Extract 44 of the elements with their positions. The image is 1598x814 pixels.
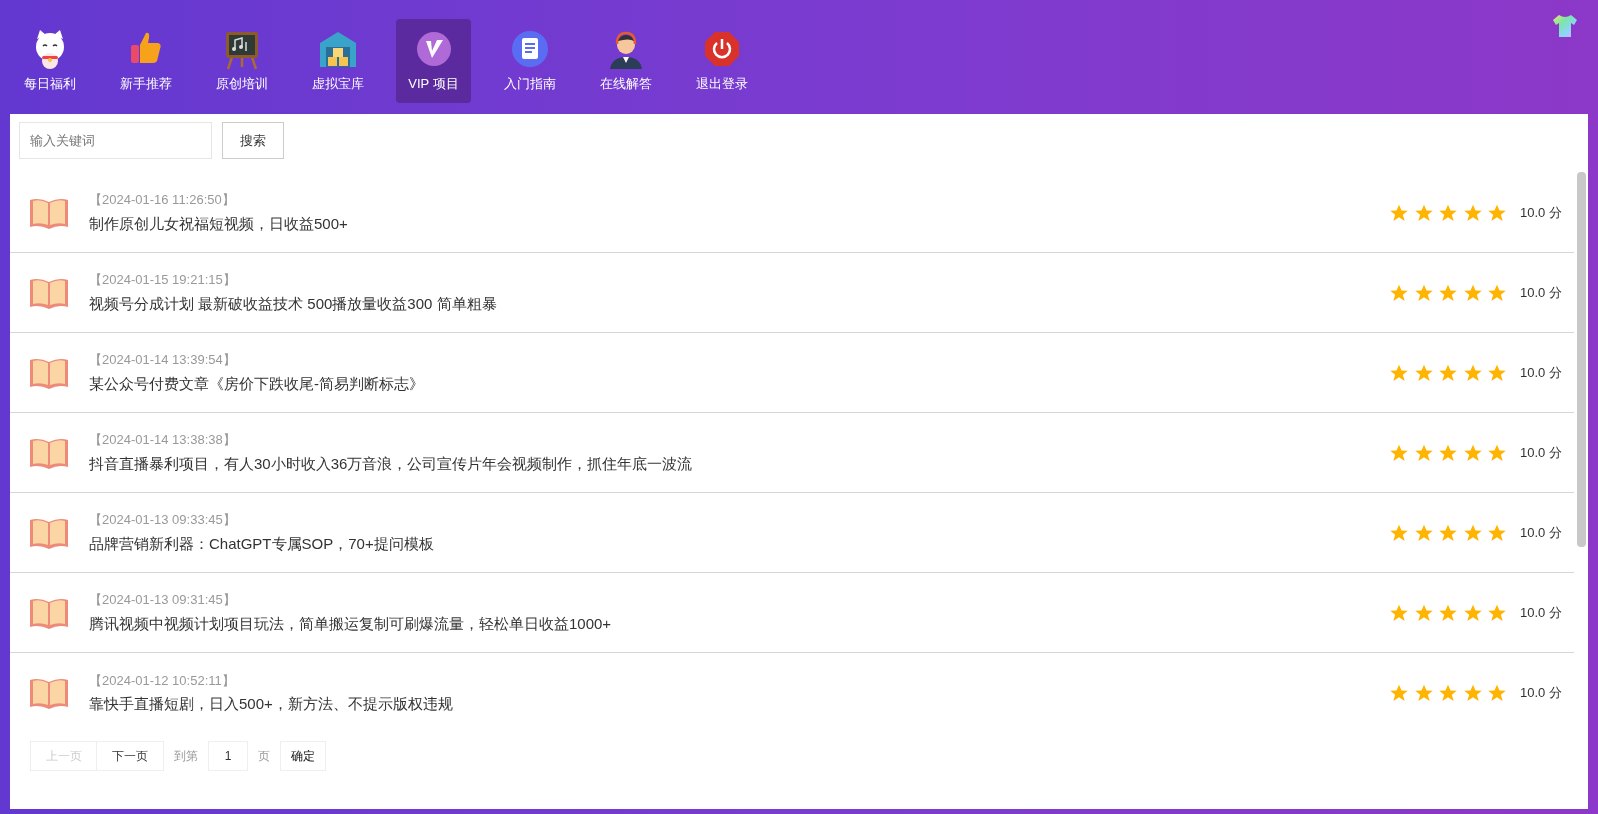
score-text: 10.0 分 [1520,203,1563,222]
article-date: 【2024-01-13 09:31:45】 [89,591,237,609]
article-date: 【2024-01-14 13:39:54】 [89,351,237,369]
open-book-icon [28,676,70,710]
scrollbar-thumb[interactable] [1577,172,1586,547]
nav-tab[interactable]: 在线解答 [588,19,663,103]
search-button[interactable]: 搜索 [222,122,284,159]
article-date: 【2024-01-13 09:33:45】 [89,511,237,529]
goto-label: 到第 [174,748,198,765]
article-title[interactable]: 制作原创儿女祝福短视频，日收益500+ [89,212,1389,235]
score-text: 10.0 分 [1520,443,1563,462]
nav-tab[interactable]: 入门指南 [492,19,567,103]
nav-tab[interactable]: 每日福利 [12,19,87,103]
star-icon [1389,683,1409,703]
article-date: 【2024-01-15 19:21:15】 [89,271,237,289]
article-title[interactable]: 靠快手直播短剧，日入500+，新方法、不提示版权违规 [89,693,1389,716]
article-title[interactable]: 品牌营销新利器：ChatGPT专属SOP，70+提问模板 [89,532,1389,555]
article-date: 【2024-01-12 10:52:11】 [89,671,236,690]
nav-tab[interactable]: VIP 项目 [396,19,471,103]
article-title[interactable]: 视频号分成计划 最新破收益技术 500播放量收益300 简单粗暴 [89,292,1389,315]
page-number-field[interactable]: 1 [208,741,248,771]
article-title[interactable]: 抖音直播暴利项目，有人30小时收入36万音浪，公司宣传片年会视频制作，抓住年底一波流 [89,452,1389,475]
nav-tab[interactable]: 新手推荐 [108,19,183,103]
score-text: 10.0 分 [1520,363,1563,382]
page-label: 页 [258,748,270,765]
confirm-button[interactable]: 确定 [280,741,326,771]
star-icon [1438,683,1458,703]
nav-tab[interactable]: 原创培训 [204,19,279,103]
article-date: 【2024-01-14 13:38:38】 [89,431,237,449]
article-title[interactable]: 腾讯视频中视频计划项目玩法，简单搬运复制可刷爆流量，轻松单日收益1000+ [89,612,1389,635]
score-text: 10.0 分 [1520,603,1563,622]
score-text: 10.0 分 [1520,283,1563,302]
star-icon [1487,683,1507,703]
next-page-button[interactable]: 下一页 [97,741,164,771]
score-text: 10.0 分 [1520,523,1563,542]
search-field[interactable]: 输入关键词 [19,122,212,159]
star-icon [1462,683,1483,703]
score-text: 10.0 分 [1520,684,1563,703]
nav-tab[interactable]: 退出登录 [684,19,759,103]
nav-tab[interactable]: 虚拟宝库 [300,19,375,103]
article-date: 【2024-01-16 11:26:50】 [89,191,236,209]
star-icon [1413,683,1434,703]
t-shirt-icon[interactable] [1552,14,1578,38]
article-title[interactable]: 某公众号付费文章《房价下跌收尾-简易判断标志》 [89,372,1389,395]
